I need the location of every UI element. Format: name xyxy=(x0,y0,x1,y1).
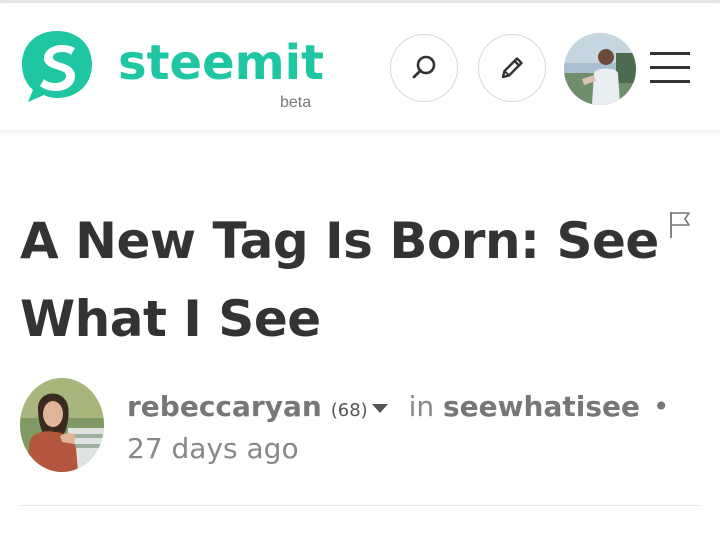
post-age[interactable]: 27 days ago xyxy=(127,432,299,465)
post-title: A New Tag Is Born: See What I See xyxy=(20,212,659,348)
user-avatar xyxy=(564,33,636,105)
meta-separator: • xyxy=(652,390,670,423)
site-header: steemit beta xyxy=(0,3,720,131)
hamburger-menu-button[interactable] xyxy=(650,50,694,86)
flag-icon[interactable] xyxy=(668,210,692,240)
user-avatar-button[interactable] xyxy=(564,33,636,105)
search-button[interactable] xyxy=(390,34,458,102)
pencil-icon xyxy=(501,57,523,79)
post-meta: rebeccaryan (68) in seewhatisee • 27 day… xyxy=(127,388,687,468)
logo-wordmark: steemit xyxy=(118,35,325,91)
author-avatar[interactable] xyxy=(20,378,104,472)
author-photo xyxy=(20,378,104,472)
steemit-logo-icon xyxy=(22,31,92,102)
hamburger-line xyxy=(650,80,690,83)
author-dropdown-caret-icon[interactable] xyxy=(371,403,388,413)
search-icon xyxy=(412,55,436,79)
content-divider xyxy=(20,505,700,506)
category-link[interactable]: seewhatisee xyxy=(443,390,640,423)
in-label: in xyxy=(408,390,435,423)
beta-label: beta xyxy=(280,94,312,111)
hamburger-menu-icon xyxy=(650,52,690,55)
author-reputation: (68) xyxy=(330,400,368,421)
compose-post-button[interactable] xyxy=(478,34,546,102)
author-link[interactable]: rebeccaryan xyxy=(127,390,322,423)
hamburger-line xyxy=(650,66,690,69)
